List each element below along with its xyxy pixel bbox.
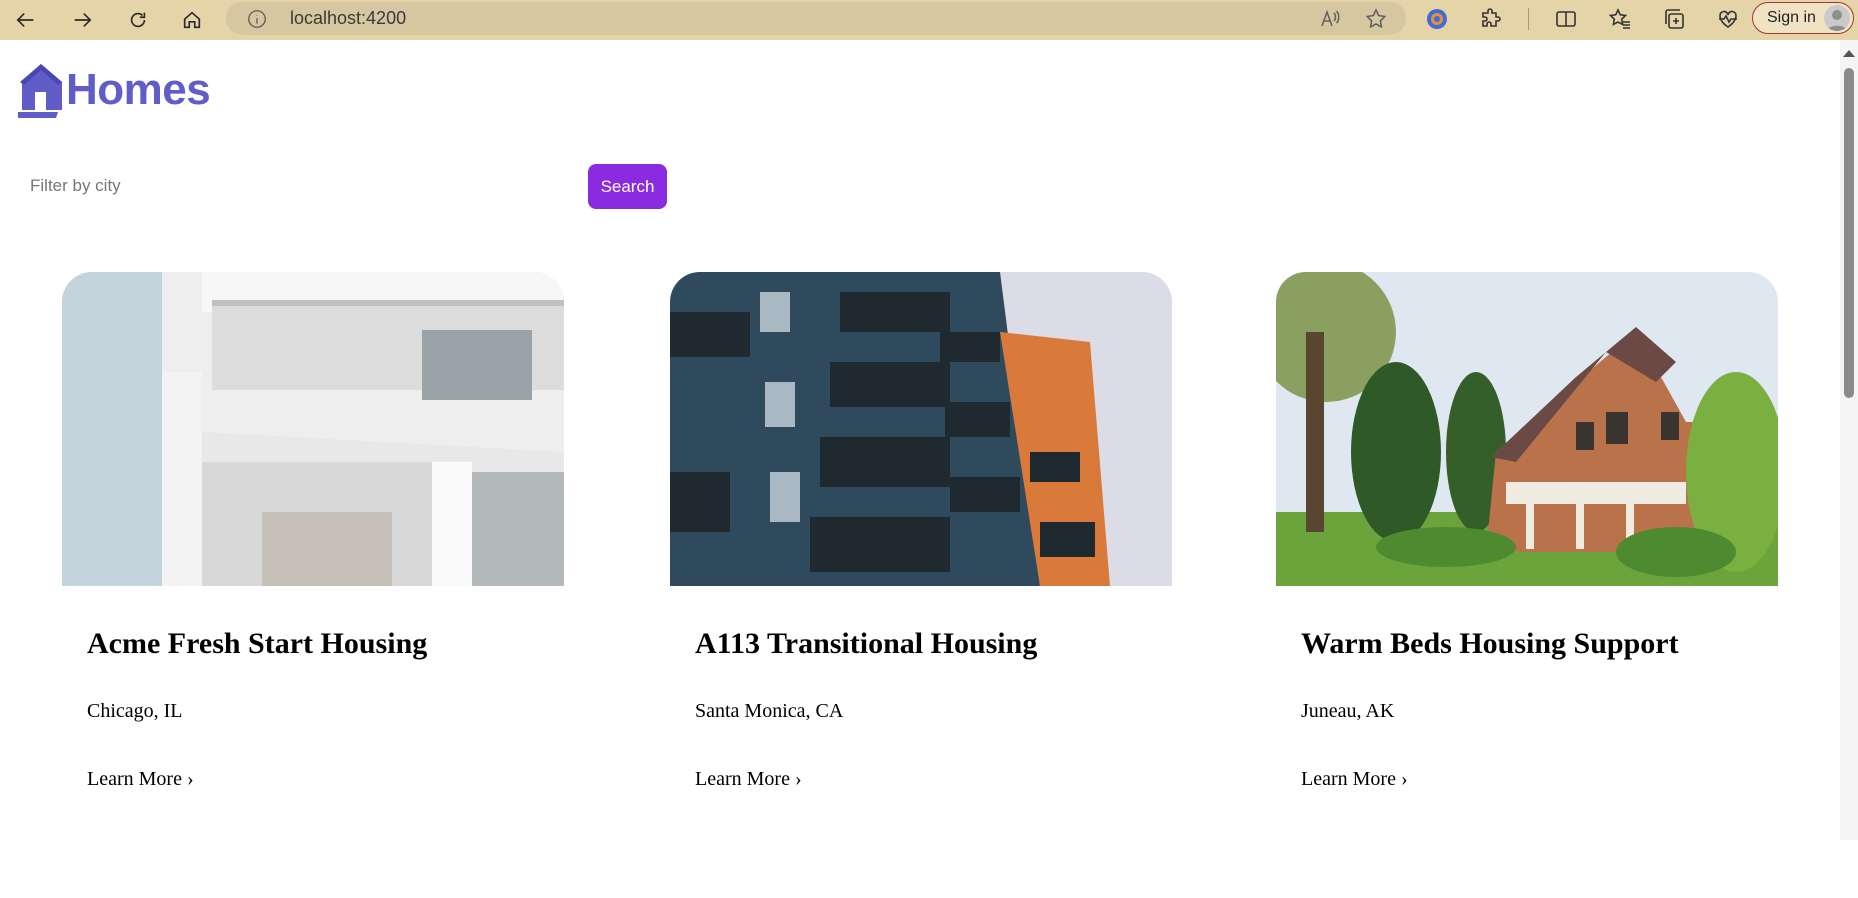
- puzzle-icon[interactable]: [1474, 3, 1508, 35]
- listing-title: Warm Beds Housing Support: [1301, 627, 1679, 660]
- listing-title: A113 Transitional Housing: [695, 627, 1038, 660]
- browser-extension-icon[interactable]: [1420, 3, 1454, 35]
- collections-icon[interactable]: [1657, 3, 1691, 35]
- listing-card: Warm Beds Housing Support Juneau, AK Lea…: [1276, 272, 1778, 832]
- forward-arrow-icon[interactable]: [62, 3, 102, 37]
- url-text[interactable]: localhost:4200: [290, 8, 406, 29]
- toolbar-divider: [1528, 8, 1529, 30]
- listing-card: Acme Fresh Start Housing Chicago, IL Lea…: [62, 272, 564, 832]
- sign-in-button[interactable]: Sign in: [1752, 2, 1854, 34]
- learn-more-link[interactable]: Learn More ›: [695, 768, 802, 791]
- info-icon[interactable]: [246, 8, 268, 30]
- search-button[interactable]: Search: [588, 164, 667, 209]
- split-screen-icon[interactable]: [1549, 3, 1583, 35]
- filter-city-input[interactable]: [20, 164, 580, 208]
- refresh-icon[interactable]: [118, 3, 158, 37]
- listing-location: Juneau, AK: [1301, 700, 1395, 722]
- heart-pulse-icon[interactable]: [1711, 3, 1745, 35]
- scrollbar-thumb[interactable]: [1844, 68, 1854, 398]
- back-arrow-icon[interactable]: [6, 3, 46, 37]
- listing-location: Santa Monica, CA: [695, 700, 844, 722]
- home-icon[interactable]: [172, 3, 212, 37]
- house-logo-icon: [18, 64, 62, 118]
- listing-photo: [62, 272, 564, 586]
- star-icon[interactable]: [1364, 7, 1388, 31]
- avatar: [1824, 5, 1850, 31]
- favorites-icon[interactable]: [1603, 3, 1637, 35]
- sign-in-label: Sign in: [1767, 9, 1816, 26]
- listing-photo: [1276, 272, 1778, 586]
- brand-logo[interactable]: Homes: [18, 62, 211, 118]
- extension-toolbar: [1420, 3, 1745, 35]
- learn-more-link[interactable]: Learn More ›: [87, 768, 194, 791]
- listing-location: Chicago, IL: [87, 700, 183, 722]
- brand-name: Homes: [66, 65, 211, 114]
- listing-title: Acme Fresh Start Housing: [87, 627, 428, 660]
- scroll-up-arrow[interactable]: [1843, 50, 1855, 57]
- learn-more-link[interactable]: Learn More ›: [1301, 768, 1408, 791]
- address-bar[interactable]: localhost:4200: [226, 2, 1406, 35]
- listing-card: A113 Transitional Housing Santa Monica, …: [670, 272, 1172, 832]
- listing-photo: [670, 272, 1172, 586]
- read-aloud-icon[interactable]: [1318, 7, 1342, 31]
